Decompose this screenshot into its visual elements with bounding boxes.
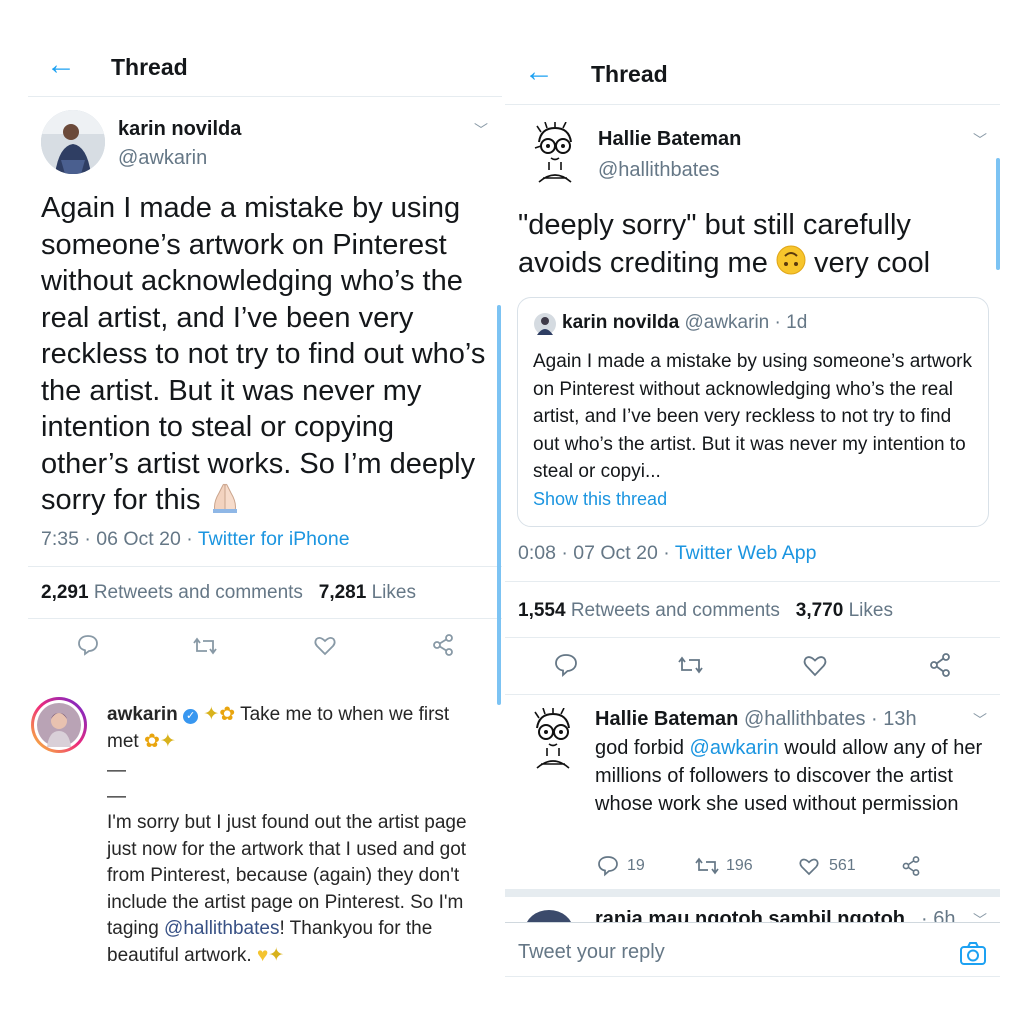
retweet-icon[interactable]	[695, 855, 719, 877]
instagram-caption: awkarin ✓ ✦✿ Take me to when we first me…	[107, 704, 450, 752]
divider	[505, 976, 1000, 977]
quoted-author: karin novilda @awkarin · 1d	[562, 312, 808, 333]
divider	[505, 581, 1000, 582]
avatar[interactable]	[525, 708, 581, 772]
retweets-count[interactable]: 2,291	[41, 582, 89, 603]
reply-count: 19	[627, 857, 645, 874]
like-icon[interactable]	[313, 634, 337, 656]
avatar	[534, 313, 556, 335]
tweet-author-handle[interactable]: @hallithbates	[598, 159, 719, 182]
section-separator	[505, 889, 1000, 897]
tweet-author-name[interactable]: Hallie Bateman	[598, 128, 741, 151]
instagram-avatar-ring[interactable]	[31, 697, 87, 753]
chevron-down-icon[interactable]: ﹀	[973, 910, 987, 922]
quoted-tweet-card[interactable]: karin novilda @awkarin · 1d Again I made…	[517, 297, 989, 527]
like-count: 561	[829, 857, 856, 874]
quoted-tweet-text: Again I made a mistake by using someone’…	[533, 351, 972, 482]
tweet-timestamp: 0:08 · 07 Oct 20 · Twitter Web App	[518, 542, 817, 564]
tweet-text: "deeply sorry" but still carefully avoid…	[518, 206, 988, 285]
sparkles-emoji-icon: ✦	[159, 730, 176, 752]
divider	[505, 104, 1000, 105]
reply-icon[interactable]	[76, 633, 100, 657]
instagram-body: I'm sorry but I just found out the artis…	[107, 812, 467, 966]
share-icon[interactable]	[431, 633, 455, 657]
tweet-author-handle[interactable]: @awkarin	[118, 147, 207, 170]
retweets-count[interactable]: 1,554	[518, 600, 566, 621]
divider	[505, 637, 1000, 638]
verified-badge-icon: ✓	[183, 709, 199, 724]
mention-link[interactable]: @awkarin	[690, 737, 779, 759]
divider	[28, 618, 502, 619]
divider	[505, 922, 1000, 923]
show-thread-link[interactable]: Show this thread	[533, 489, 667, 510]
divider	[505, 694, 1000, 695]
client-link[interactable]: Twitter for iPhone	[198, 528, 350, 550]
tweet-stats: 1,554 Retweets and comments 3,770 Likes	[518, 600, 893, 621]
like-icon[interactable]	[802, 653, 828, 677]
tweet-author-name[interactable]: karin novilda	[118, 118, 241, 141]
page-title: Thread	[111, 54, 188, 80]
retweet-count: 196	[726, 857, 753, 874]
avatar-photo-icon	[41, 110, 105, 174]
chevron-down-icon[interactable]: ﹀	[474, 120, 488, 140]
retweet-icon[interactable]	[677, 653, 705, 677]
upside-down-face-emoji-icon	[776, 245, 806, 285]
folded-hands-emoji-icon	[209, 483, 241, 523]
avatar	[37, 703, 81, 747]
sparkles-emoji-icon: ✦	[203, 704, 220, 725]
next-reply-clipped[interactable]: rania mau ngotoh sambil ngotoh · 6h ﹀	[505, 904, 1000, 922]
thread-line	[497, 305, 501, 705]
camera-icon[interactable]	[959, 941, 987, 967]
right-screenshot: ← Thread Hallie Bateman @hallithbates ﹀ …	[505, 0, 1024, 1024]
sparkles-emoji-icon: ✦	[268, 944, 285, 966]
next-reply-time: · 6h	[921, 908, 956, 922]
reply-icon[interactable]	[553, 652, 579, 678]
left-screenshot: ← Thread karin novilda @awkarin ﹀ Again …	[0, 0, 505, 1024]
reply-icon[interactable]	[597, 855, 619, 877]
likes-count[interactable]: 7,281	[319, 582, 367, 603]
sunflower-emoji-icon: ✿	[219, 704, 236, 725]
avatar[interactable]	[41, 110, 105, 174]
chevron-down-icon[interactable]: ﹀	[973, 130, 987, 150]
tweet-timestamp: 7:35 · 06 Oct 20 · Twitter for iPhone	[41, 528, 350, 550]
separator: —	[107, 786, 126, 807]
scrollbar[interactable]	[996, 158, 1000, 270]
back-arrow-icon[interactable]: ←	[46, 50, 76, 80]
avatar[interactable]	[525, 122, 585, 186]
like-icon[interactable]	[798, 856, 820, 876]
mention-link[interactable]: @hallithbates	[164, 918, 279, 939]
reply-author: Hallie Bateman @hallithbates · 13h	[595, 708, 917, 730]
tweet-text: Again I made a mistake by using someone’…	[41, 190, 489, 523]
instagram-username[interactable]: awkarin	[107, 704, 178, 725]
chevron-down-icon[interactable]: ﹀	[973, 710, 987, 730]
divider	[28, 96, 502, 97]
next-reply-author: rania mau ngotoh sambil ngotoh	[595, 908, 905, 922]
client-link[interactable]: Twitter Web App	[675, 542, 817, 564]
tweet-stats: 2,291 Retweets and comments 7,281 Likes	[41, 582, 416, 603]
likes-count[interactable]: 3,770	[796, 600, 844, 621]
back-arrow-icon[interactable]: ←	[524, 57, 554, 87]
avatar	[525, 910, 573, 922]
share-icon[interactable]	[900, 855, 922, 877]
separator: —	[107, 760, 126, 781]
share-icon[interactable]	[927, 652, 953, 678]
reply-input[interactable]: Tweet your reply	[518, 941, 665, 964]
sunflower-emoji-icon: ✿	[143, 730, 160, 752]
reply-text: god forbid @awkarin would allow any of h…	[595, 737, 983, 815]
retweet-icon[interactable]	[192, 634, 218, 658]
yellow-heart-emoji-icon: ♥	[256, 944, 269, 966]
page-title: Thread	[591, 61, 668, 87]
divider	[28, 566, 502, 567]
